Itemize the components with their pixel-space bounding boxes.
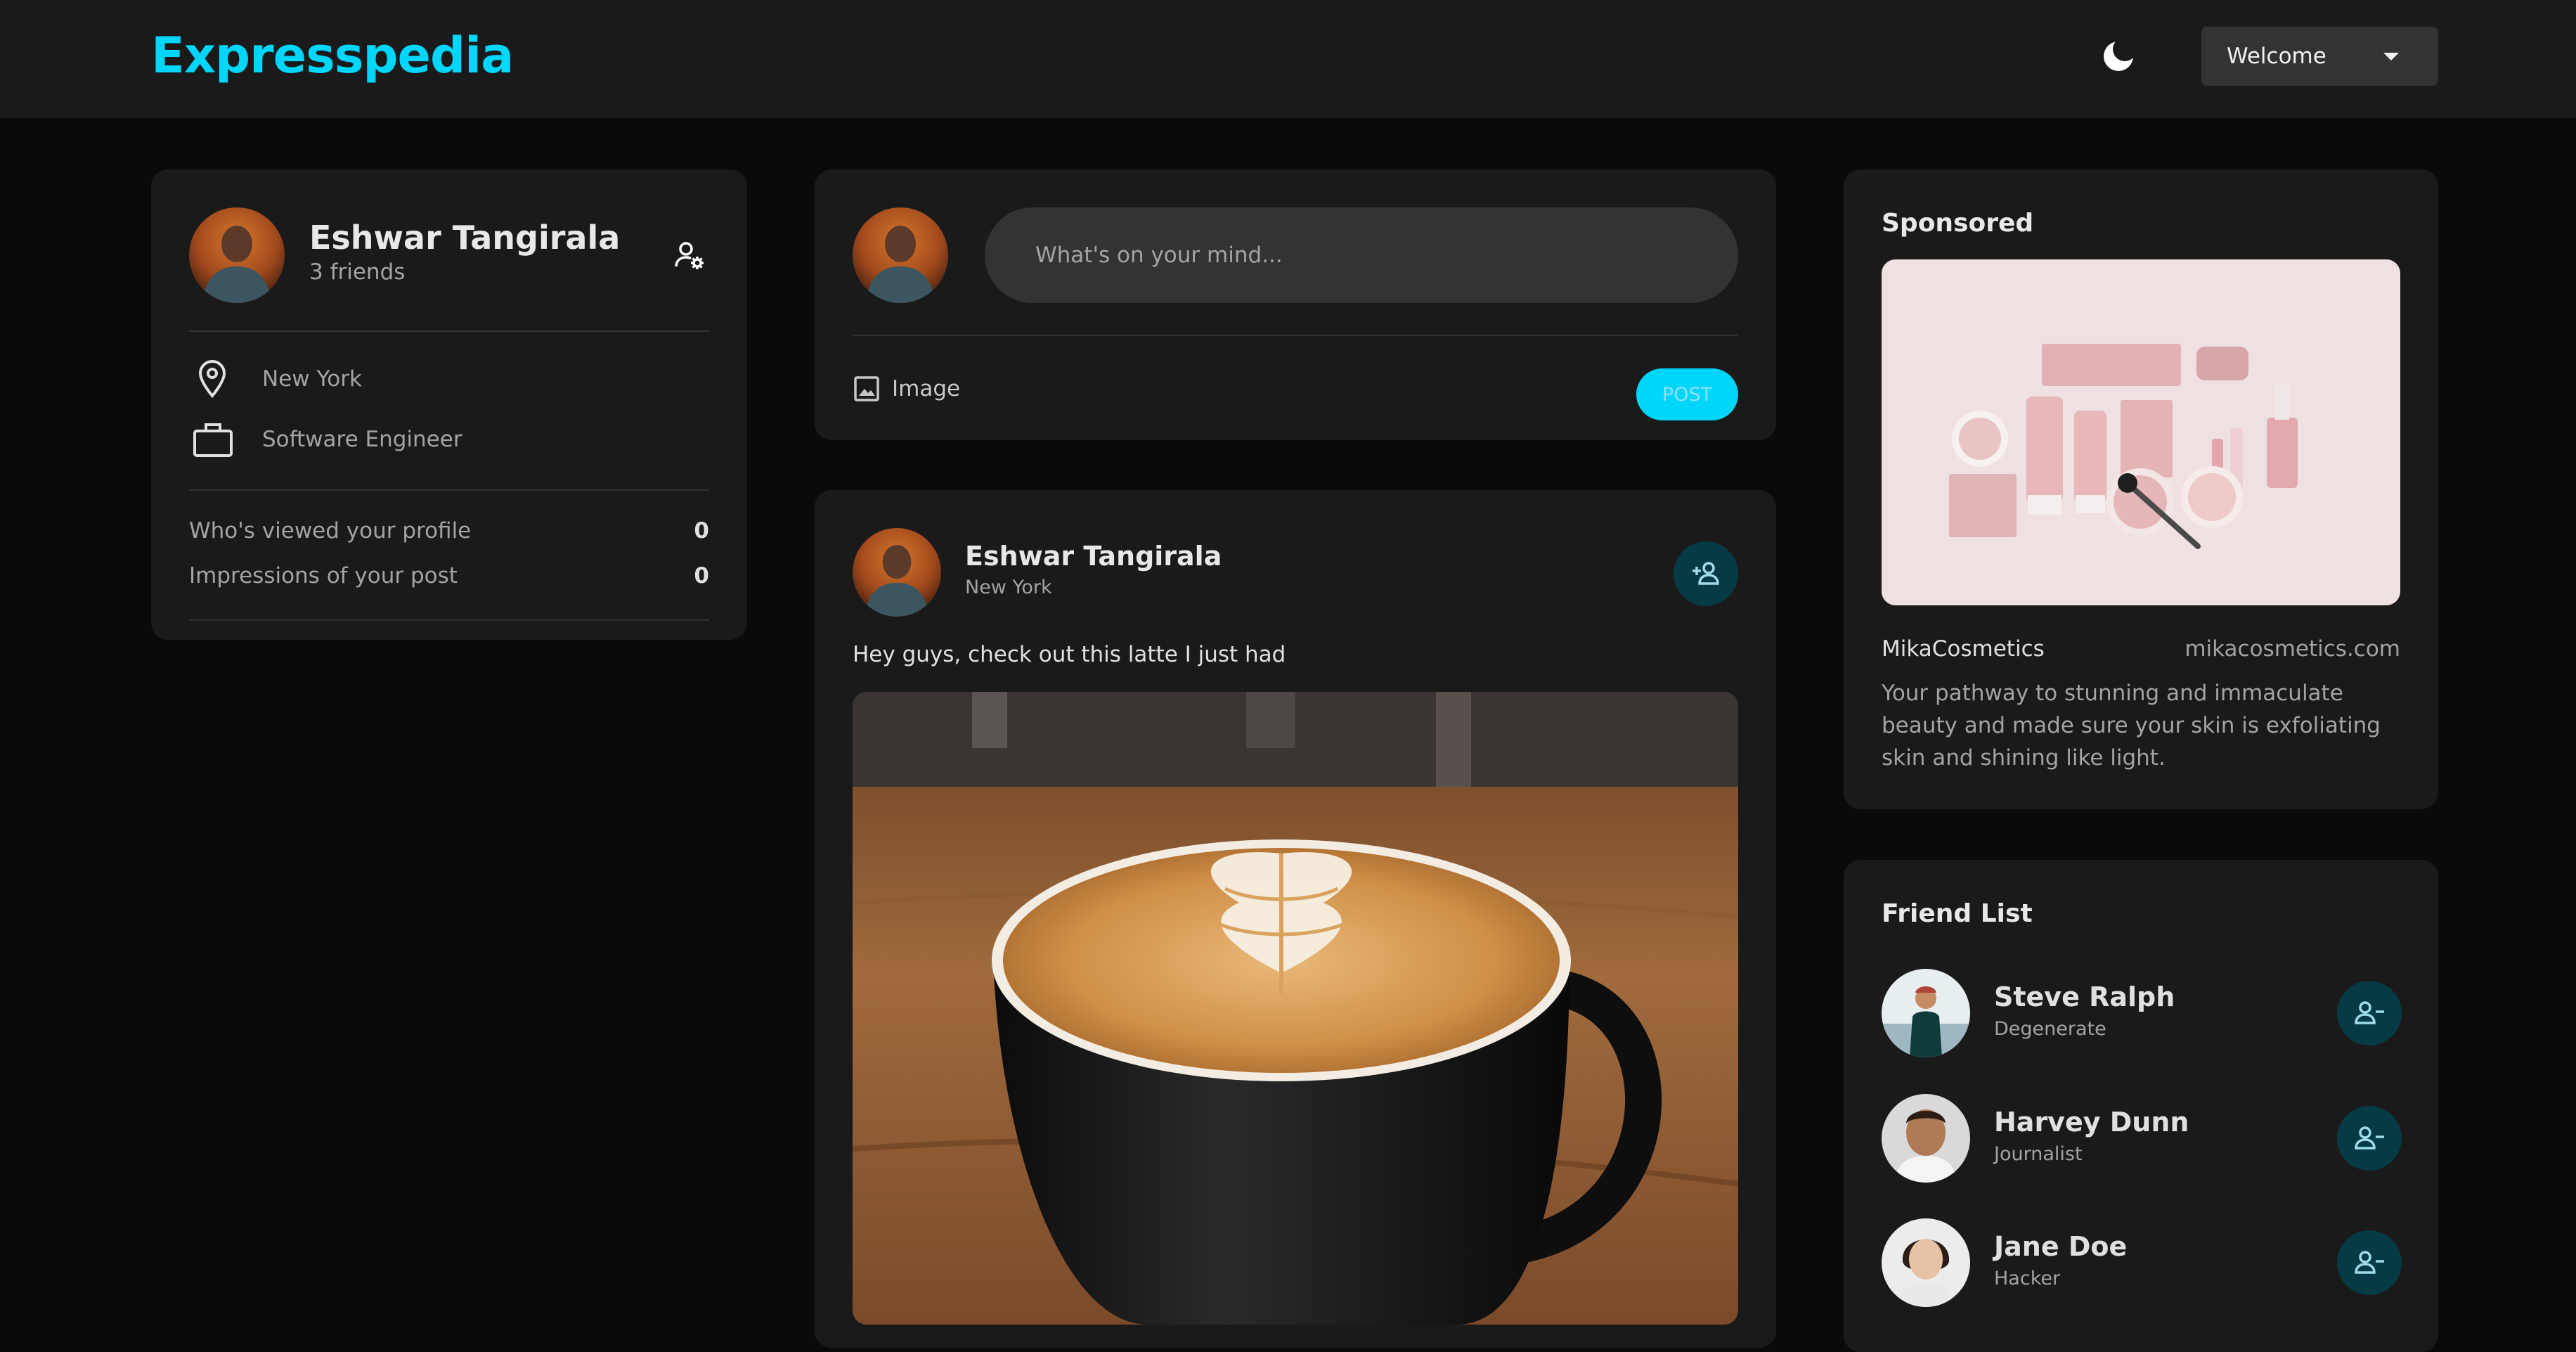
sponsored-image[interactable] — [1882, 259, 2400, 605]
location-icon — [197, 359, 228, 399]
stat-row: Impressions of your post 0 — [189, 563, 709, 591]
friend-role: Degenerate — [1994, 1018, 2106, 1040]
remove-friend-button[interactable] — [2337, 1230, 2402, 1295]
friend-item: Harvey Dunn Journalist — [1882, 1094, 2402, 1183]
welcome-label: Welcome — [2227, 44, 2326, 69]
profile-card: Eshwar Tangirala 3 friends New York Soft… — [151, 169, 747, 640]
friend-list-card: Friend List Steve Ralph Degenerate Harve… — [1844, 860, 2438, 1352]
friend-avatar[interactable] — [1882, 969, 1970, 1057]
post-author-location: New York — [965, 577, 1052, 598]
image-label: Image — [892, 376, 961, 401]
person-add-icon — [1692, 562, 1719, 585]
friend-avatar[interactable] — [1882, 1094, 1970, 1183]
profile-divider — [189, 330, 709, 332]
stat-label: Who's viewed your profile — [189, 518, 472, 543]
welcome-dropdown[interactable]: Welcome — [2201, 27, 2438, 86]
manage-account-icon[interactable] — [674, 240, 705, 271]
sponsor-url[interactable]: mikacosmetics.com — [2185, 636, 2400, 662]
post-image[interactable] — [853, 692, 1738, 1325]
profile-name[interactable]: Eshwar Tangirala — [309, 219, 620, 257]
composer-avatar — [853, 207, 948, 303]
add-image-button[interactable]: Image — [853, 375, 960, 403]
briefcase-icon — [193, 421, 233, 458]
composer-placeholder: What's on your mind... — [1035, 243, 1283, 268]
remove-friend-button[interactable] — [2337, 1106, 2402, 1171]
friend-item: Steve Ralph Degenerate — [1882, 969, 2402, 1057]
profile-avatar[interactable] — [189, 207, 285, 303]
sponsored-card: Sponsored MikaCosmetics mikacosmetics.co… — [1844, 169, 2438, 809]
profile-divider — [189, 489, 709, 491]
person-remove-icon — [2355, 1001, 2384, 1024]
image-icon — [853, 375, 881, 403]
post-author-name[interactable]: Eshwar Tangirala — [965, 541, 1222, 572]
brand-logo[interactable]: Expresspedia — [151, 27, 514, 84]
person-remove-icon — [2355, 1126, 2384, 1150]
friend-name[interactable]: Harvey Dunn — [1994, 1107, 2189, 1138]
person-remove-icon — [2355, 1251, 2384, 1274]
post-author-avatar[interactable] — [853, 528, 941, 617]
profile-occupation: Software Engineer — [262, 427, 462, 452]
post-button[interactable]: POST — [1636, 368, 1738, 420]
moon-icon[interactable] — [2102, 37, 2137, 73]
add-friend-button[interactable] — [1674, 541, 1738, 606]
composer-divider — [853, 335, 1738, 336]
friends-count: 3 friends — [309, 259, 406, 285]
sponsored-title: Sponsored — [1882, 209, 2034, 238]
stat-row: Who's viewed your profile 0 — [189, 518, 709, 546]
friend-list-title: Friend List — [1882, 899, 2033, 928]
composer-input[interactable]: What's on your mind... — [985, 207, 1738, 303]
friend-role: Hacker — [1994, 1268, 2061, 1289]
friend-name[interactable]: Steve Ralph — [1994, 981, 2175, 1012]
friend-name[interactable]: Jane Doe — [1994, 1231, 2127, 1262]
post-composer: What's on your mind... Image POST — [815, 169, 1776, 440]
friend-avatar[interactable] — [1882, 1218, 1970, 1307]
sponsor-description: Your pathway to stunning and immaculate … — [1882, 681, 2381, 771]
profile-location: New York — [262, 366, 362, 392]
stat-label: Impressions of your post — [189, 563, 458, 588]
sponsor-brand[interactable]: MikaCosmetics — [1882, 636, 2045, 662]
profile-divider — [189, 619, 709, 621]
remove-friend-button[interactable] — [2337, 981, 2402, 1045]
stat-value: 0 — [694, 518, 709, 543]
post-card: Eshwar Tangirala New York Hey guys, chec… — [815, 490, 1776, 1348]
stat-value: 0 — [694, 563, 709, 588]
post-text: Hey guys, check out this latte I just ha… — [853, 642, 1286, 667]
top-navbar: Expresspedia Welcome — [0, 0, 2576, 118]
post-button-label: POST — [1662, 383, 1713, 406]
friend-item: Jane Doe Hacker — [1882, 1218, 2402, 1307]
chevron-down-icon — [2383, 53, 2399, 60]
friend-role: Journalist — [1994, 1143, 2083, 1165]
